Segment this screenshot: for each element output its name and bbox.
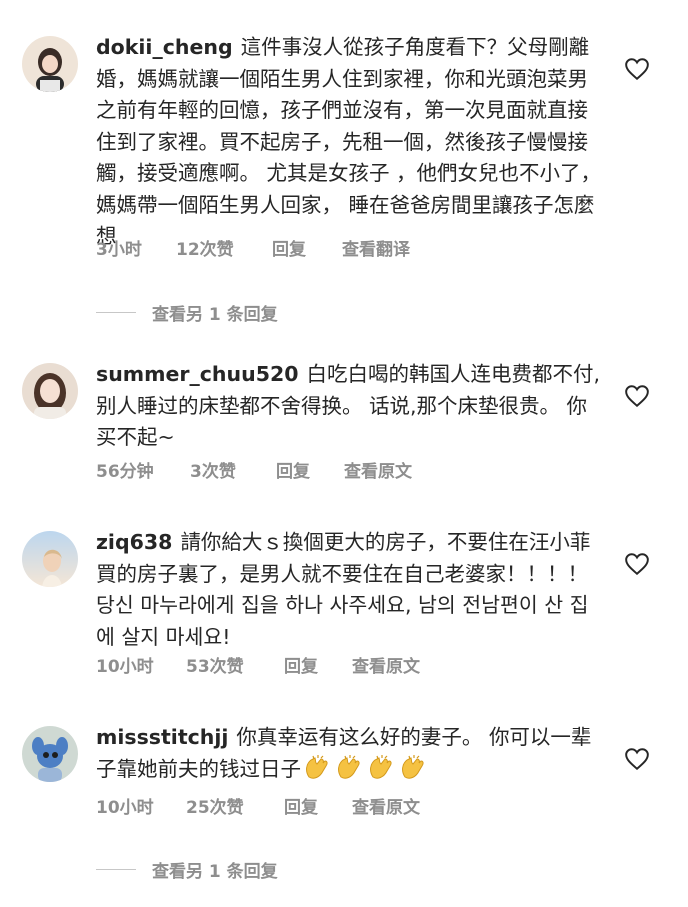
translate-button[interactable]: 查看原文 xyxy=(352,652,420,677)
reply-button[interactable]: 回复 xyxy=(284,652,352,677)
translate-button[interactable]: 查看翻译 xyxy=(342,235,410,260)
comment-meta: 10小时 53次赞 回复 查看原文 xyxy=(96,652,420,677)
comment-likes[interactable]: 12次赞 xyxy=(176,235,272,260)
comment-likes[interactable]: 25次赞 xyxy=(186,793,284,818)
reply-button[interactable]: 回复 xyxy=(284,793,352,818)
heart-outline-icon[interactable] xyxy=(624,552,650,576)
comment-body: 這件事沒人從孩子角度看下？父母剛離婚，媽媽就讓一個陌生男人住到家裡，你和光頭泡菜… xyxy=(96,35,602,248)
view-more-replies-label: 查看另 1 条回复 xyxy=(152,305,278,325)
avatar[interactable] xyxy=(22,363,78,419)
comment-likes[interactable]: 53次赞 xyxy=(186,652,284,677)
translate-button[interactable]: 查看原文 xyxy=(344,457,412,482)
comment-meta: 56分钟 3次赞 回复 查看原文 xyxy=(96,457,412,482)
avatar[interactable] xyxy=(22,726,78,782)
avatar[interactable] xyxy=(22,531,78,587)
translate-button[interactable]: 查看原文 xyxy=(352,793,420,818)
comment-time: 10小时 xyxy=(96,657,154,677)
clapping-hands-icon xyxy=(338,754,360,779)
comment-username[interactable]: dokii_cheng xyxy=(96,35,233,59)
avatar[interactable] xyxy=(22,36,78,92)
clapping-hands-icon xyxy=(370,754,392,779)
comment-username[interactable]: missstitchjj xyxy=(96,725,228,749)
divider-line xyxy=(96,312,136,313)
comment-text: summer_chuu520 白吃白喝的韩国人连电费都不付,别人睡过的床垫都不舍得… xyxy=(96,359,606,454)
heart-outline-icon[interactable] xyxy=(624,384,650,408)
clapping-hands-icon xyxy=(306,754,328,779)
comment-time: 56分钟 xyxy=(96,462,154,482)
comment-text: ziq638 請你給大ｓ換個更大的房子，不要住在汪小菲買的房子裏了，是男人就不要住… xyxy=(96,527,606,653)
heart-outline-icon[interactable] xyxy=(624,57,650,81)
reply-button[interactable]: 回复 xyxy=(272,235,342,260)
clapping-hands-icon xyxy=(402,754,424,779)
comment-meta: 3小时 12次赞 回复 查看翻译 xyxy=(96,235,410,260)
view-more-replies[interactable]: 查看另 1 条回复 xyxy=(96,300,278,325)
comment-text: dokii_cheng 這件事沒人從孩子角度看下？父母剛離婚，媽媽就讓一個陌生男人… xyxy=(96,32,606,253)
comment-username[interactable]: summer_chuu520 xyxy=(96,362,299,386)
comment-time: 10小时 xyxy=(96,798,154,818)
view-more-replies[interactable]: 查看另 1 条回复 xyxy=(96,857,278,882)
comment-likes[interactable]: 3次赞 xyxy=(190,457,276,482)
view-more-replies-label: 查看另 1 条回复 xyxy=(152,862,278,882)
comment-time: 3小时 xyxy=(96,240,142,260)
heart-outline-icon[interactable] xyxy=(624,747,650,771)
comment-username[interactable]: ziq638 xyxy=(96,530,172,554)
reply-button[interactable]: 回复 xyxy=(276,457,344,482)
divider-line xyxy=(96,869,136,870)
comment-text: missstitchjj 你真幸运有这么好的妻子。 你可以一辈子靠她前夫的钱过日子… xyxy=(96,722,606,792)
comment-meta: 10小时 25次赞 回复 查看原文 xyxy=(96,793,420,818)
